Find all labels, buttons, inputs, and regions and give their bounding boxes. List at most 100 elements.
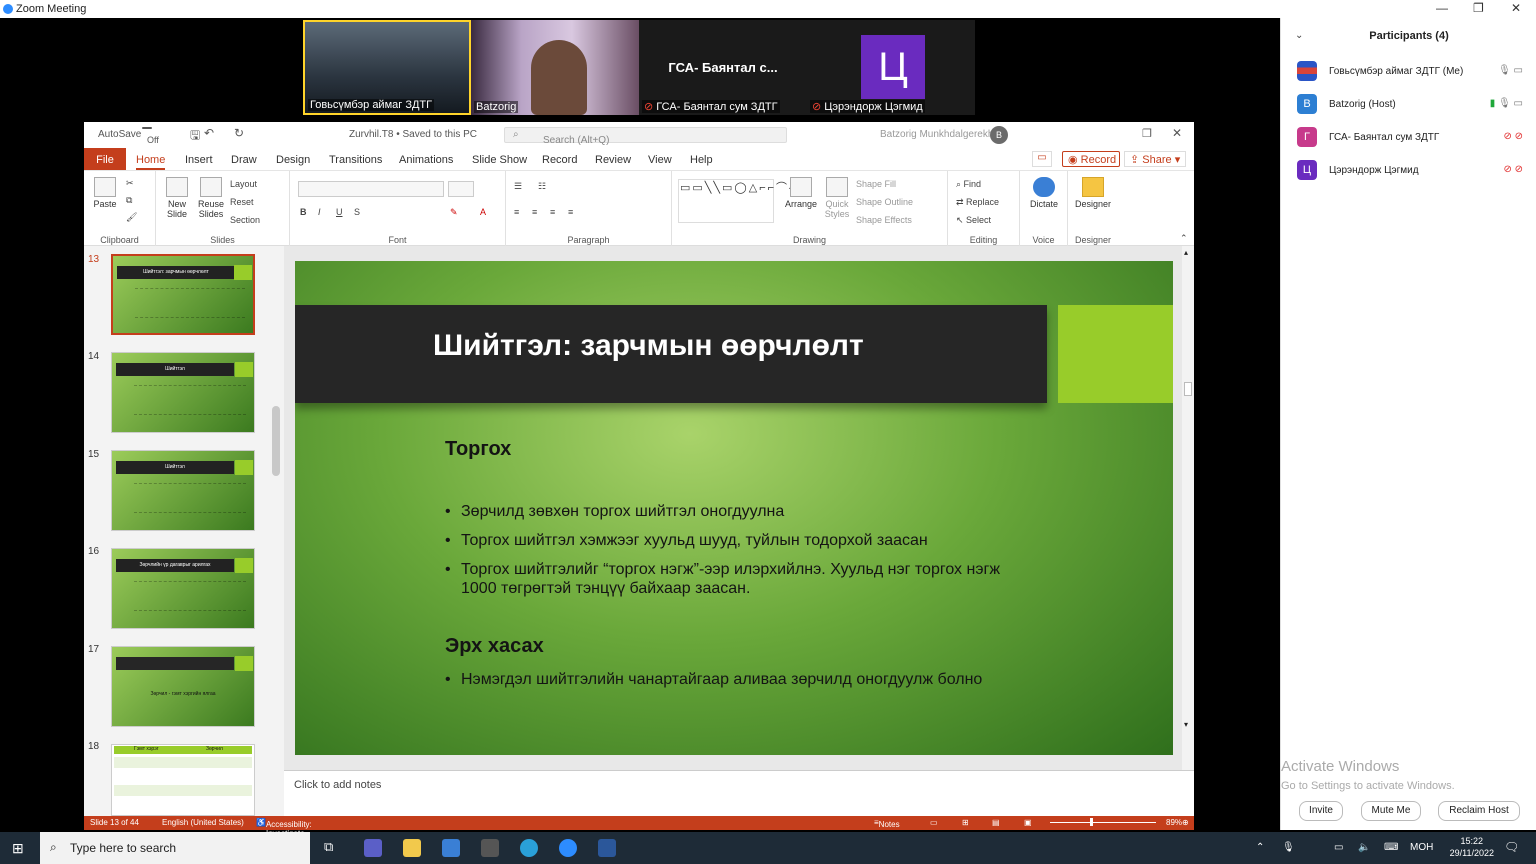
layout-button[interactable]: Layout [230,179,257,189]
zoom-slider-thumb[interactable] [1090,818,1093,826]
participant-row[interactable]: B Batzorig (Host) ▮ 🎙 ▭ [1297,94,1527,116]
shape-fill-button[interactable]: Shape Fill [856,179,896,189]
redo-icon[interactable]: ↻ [234,126,244,140]
tab-home[interactable]: Home [136,154,166,170]
search-input[interactable]: ⌕ Search (Alt+Q) [504,127,787,146]
language-indicator[interactable]: English (United States) [162,818,244,827]
shape-outline-button[interactable]: Shape Outline [856,197,913,207]
tab-animations[interactable]: Animations [399,154,453,166]
designer-button[interactable]: Designer [1072,177,1114,209]
slide-title[interactable]: Шийтгэл: зарчмын өөрчлөлт [433,329,864,363]
accessibility-status[interactable]: ♿ Accessibility: Investigate [256,818,312,838]
tab-insert[interactable]: Insert [185,154,213,166]
align-left-icon[interactable]: ≡ [514,207,519,217]
copy-icon[interactable]: ⧉ [126,195,132,206]
participant-row[interactable]: Говьсүмбэр аймаг ЗДТГ (Me) 🎙 ▭ [1297,61,1527,83]
align-center-icon[interactable]: ≡ [532,207,537,217]
font-color-icon[interactable]: A [480,207,486,217]
microphone-tray-icon[interactable]: 🎙 [1282,842,1295,853]
language-indicator[interactable]: МОН [1410,842,1433,853]
italic-icon[interactable]: I [318,207,321,217]
video-tile[interactable]: Batzorig [471,20,639,115]
file-explorer-icon[interactable] [403,839,421,857]
reuse-slides-button[interactable]: Reuse Slides [196,177,226,219]
slide-sorter-icon[interactable]: ⊞ [962,818,969,827]
volume-icon[interactable]: 🔈 [1358,842,1370,853]
notes-pane[interactable]: Click to add notes [284,770,1194,816]
quick-styles-button[interactable]: Quick Styles [820,177,854,219]
bullet-item[interactable]: Зөрчилд зөвхөн торгох шийтгэл оногдуулна [445,502,1005,521]
store-icon[interactable] [481,839,499,857]
video-tile[interactable]: Ц ⊘ Цэрэндорж Цэгмид [807,20,975,115]
shape-effects-button[interactable]: Shape Effects [856,215,912,225]
edge-icon[interactable] [520,839,538,857]
zoom-icon[interactable] [559,839,577,857]
tab-review[interactable]: Review [595,154,631,166]
close-icon[interactable]: ✕ [1172,126,1182,140]
video-tile[interactable]: ГСА- Баянтал с... ⊘ ГСА- Баянтал сум ЗДТГ [639,20,807,115]
teams-icon[interactable] [364,839,382,857]
tab-slide-show[interactable]: Slide Show [472,154,527,166]
slide-thumbnail[interactable]: Шийтгэл [111,450,255,531]
windows-start-icon[interactable]: ⊞ [12,840,24,857]
autosave-toggle[interactable]: Off [142,127,159,145]
slide-thumbnail[interactable]: Гэмт хэрэг Зөрчил [111,744,255,816]
video-tile[interactable]: Говьсүмбэр аймаг ЗДТГ [303,20,471,115]
minimize-icon[interactable]: — [1436,1,1448,15]
slide-thumbnail[interactable]: Шийтгэл [111,352,255,433]
font-size-select[interactable] [448,181,474,197]
restore-icon[interactable]: ❐ [1473,1,1484,15]
tab-file[interactable]: File [84,148,126,170]
select-button[interactable]: ↖ Select [956,215,991,226]
format-painter-icon[interactable]: 🖌 [126,212,137,223]
notifications-icon[interactable]: 🗨 [1504,840,1519,854]
bullet-item[interactable]: Торгох шийтгэлийг “торгох нэгж”-ээр илэр… [445,560,1005,598]
shapes-gallery[interactable]: ▭▭╲╲▭◯△⌐⌐⌒{} [678,179,798,223]
comments-icon[interactable]: ▭ [1032,151,1052,167]
zoom-level[interactable]: 89% [1166,818,1182,827]
bullets-icon[interactable]: ☰ [514,181,522,192]
scroll-up-icon[interactable]: ▴ [1184,248,1188,257]
taskbar-search-input[interactable]: ⌕ Type here to search [40,832,310,864]
tab-help[interactable]: Help [690,154,713,166]
share-button[interactable]: ⇪ Share ▾ [1124,151,1186,167]
shadow-icon[interactable]: S [354,207,360,217]
scroll-down-icon[interactable]: ▾ [1184,720,1188,729]
replace-button[interactable]: ⇄ Replace [956,197,999,208]
cut-icon[interactable]: ✂ [126,178,134,189]
paste-button[interactable]: Paste [90,177,120,209]
participant-row[interactable]: Ц Цэрэндорж Цэгмид ⊘ ⊘ [1297,160,1527,182]
keyboard-icon[interactable]: ⌨ [1384,842,1398,853]
tab-transitions[interactable]: Transitions [329,154,382,166]
slide-thumbnail[interactable]: Зөрчил - гэмт хэргийн ялгаа [111,646,255,727]
zoom-slider[interactable] [1050,822,1156,823]
fit-slide-icon[interactable]: ⊕ [1182,818,1189,827]
close-icon[interactable]: ✕ [1511,1,1521,15]
tab-view[interactable]: View [648,154,672,166]
tray-chevron-icon[interactable]: ⌃ [1256,842,1264,853]
new-slide-button[interactable]: New Slide [162,177,192,219]
numbering-icon[interactable]: ☷ [538,181,546,192]
slideshow-icon[interactable]: ▣ [1024,818,1032,827]
network-icon[interactable]: ▭ [1334,842,1343,853]
mail-icon[interactable] [442,839,460,857]
slide-subtitle[interactable]: Эрх хасах [445,635,544,658]
thumbnails-scrollbar[interactable] [270,246,282,818]
font-family-select[interactable] [298,181,444,197]
reset-button[interactable]: Reset [230,197,254,207]
tab-record[interactable]: Record [542,154,577,166]
tab-design[interactable]: Design [276,154,310,166]
bullet-item[interactable]: Торгох шийтгэл хэмжээг хуульд шууд, туйл… [445,531,1005,550]
slide-scrollbar[interactable]: ▴ ▾ [1182,246,1194,770]
mute-me-button[interactable]: Mute Me [1361,801,1421,821]
slide-thumbnail[interactable]: Зөрчлийн үр дагаврыг арилгах [111,548,255,629]
find-button[interactable]: ⌕ Find [956,179,981,190]
collapse-ribbon-icon[interactable]: ⌃ [1180,233,1188,244]
slide-subtitle[interactable]: Торгох [445,438,511,461]
underline-icon[interactable]: U [336,207,343,217]
undo-icon[interactable]: ↶ [204,126,214,140]
justify-icon[interactable]: ≡ [568,207,573,217]
arrange-button[interactable]: Arrange [784,177,818,209]
restore-icon[interactable]: ❐ [1142,127,1152,140]
invite-button[interactable]: Invite [1299,801,1343,821]
